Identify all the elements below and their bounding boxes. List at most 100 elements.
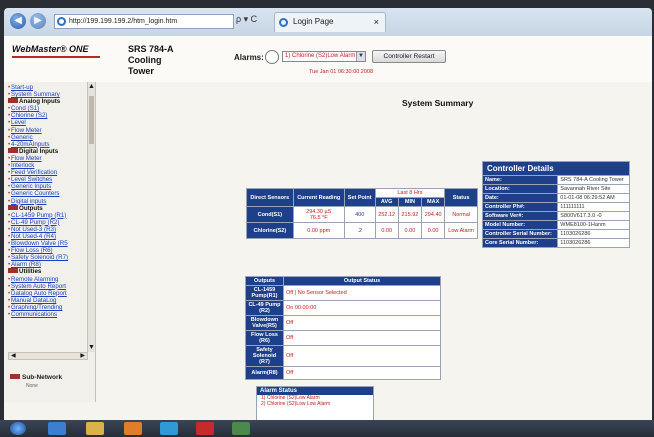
output-name[interactable]: Safety Solenoid (R7) xyxy=(245,345,284,367)
sidebar-section: Analog Inputs xyxy=(8,98,95,105)
sidebar-item[interactable]: Start-up xyxy=(8,84,95,91)
sidebar-item[interactable]: Chlorine (S2) xyxy=(8,112,95,119)
sidebar-item[interactable]: Not Used-4 (R4) xyxy=(8,233,95,240)
media-icon[interactable] xyxy=(124,422,142,435)
output-name[interactable]: CL-1459 Pump(R1) xyxy=(245,285,284,301)
min: 215.92 xyxy=(397,206,423,223)
scroll-up-icon[interactable]: ▲ xyxy=(88,83,95,90)
current-reading: 294.30 µS 76.5 °F xyxy=(292,206,345,223)
sidebar-item[interactable]: Remote Alarming xyxy=(8,276,95,283)
browser-chrome: ◀ ▶ http://199.199.199.2/htm_login.htm ρ… xyxy=(4,8,652,36)
tab-login-page[interactable]: Login Page × xyxy=(274,12,386,32)
sidebar-item[interactable]: Level xyxy=(8,119,95,126)
scroll-down-icon[interactable]: ▼ xyxy=(88,344,95,351)
min: 0.00 xyxy=(397,222,423,239)
chevron-down-icon[interactable]: ▼ xyxy=(356,52,365,61)
table-row: Cond(S1) 294.30 µS 76.5 °F 400 252.12 215… xyxy=(246,206,478,223)
detail-key: Model Number: xyxy=(481,220,559,230)
controller-restart-button[interactable]: Controller Restart xyxy=(372,50,446,63)
direct-sensors-table: Direct Sensors Current Reading Set Point… xyxy=(246,188,478,239)
back-button[interactable]: ◀ xyxy=(10,13,26,29)
controller-details-title: Controller Details xyxy=(482,161,630,176)
detail-value: 111111111 xyxy=(557,202,630,212)
sidebar-item[interactable]: Interlock xyxy=(8,162,95,169)
sidebar-item[interactable]: System Summary xyxy=(8,91,95,98)
sensor-name[interactable]: Chlorine(S2) xyxy=(246,222,294,239)
output-status: Off xyxy=(283,330,441,346)
controller-name: SRS 784-A Cooling Tower xyxy=(128,44,174,76)
sidebar-item[interactable]: Flow Meter xyxy=(8,155,95,162)
outputs-table: Outputs Output Status CL-1459 Pump(R1) Of… xyxy=(245,276,441,380)
sidebar-item[interactable]: Digital inputs xyxy=(8,198,95,205)
sidebar-item[interactable]: Blowdown Valve (R5 xyxy=(8,240,95,247)
sidebar-item[interactable]: Level Switches xyxy=(8,176,95,183)
start-orb-icon[interactable] xyxy=(10,422,26,435)
table-row: Name: SRS 784-A Cooling Tower xyxy=(481,175,630,185)
table-row: Controller Serial Number: 1103026286 xyxy=(481,229,630,239)
acrobat-icon[interactable] xyxy=(196,422,214,435)
scroll-right-icon[interactable]: ▶ xyxy=(80,353,85,359)
sidebar-item[interactable]: Alarm (R8) xyxy=(8,261,95,268)
sidebar-scrollbar[interactable]: ▲ ▼ xyxy=(87,82,95,352)
sidebar-item[interactable]: CL-49 Pump (R2) xyxy=(8,219,95,226)
sidebar-item[interactable]: Safety Solenoid (R7) xyxy=(8,254,95,261)
output-name[interactable]: Flow Loss (R6) xyxy=(245,330,284,346)
sensor-name[interactable]: Cond(S1) xyxy=(246,206,294,223)
page-title: System Summary xyxy=(402,98,474,108)
folder-icon[interactable] xyxy=(86,422,104,435)
sidebar-item[interactable]: Generic Counters xyxy=(8,190,95,197)
sidebar-item[interactable]: CL-1459 Pump (R1) xyxy=(8,212,95,219)
alarm-select[interactable]: 1) Chlorine (S2)Low Alarm ▼ xyxy=(282,51,366,62)
alarm-indicator[interactable] xyxy=(265,50,279,64)
output-name[interactable]: Blowdown Valve(R5) xyxy=(245,315,284,331)
sidebar-item[interactable]: Generic xyxy=(8,134,95,141)
app-icon[interactable] xyxy=(232,422,250,435)
ie-icon xyxy=(57,17,66,26)
header-datetime: Tue Jan 01 06:30:00 2008 xyxy=(309,69,374,75)
table-row: Chlorine(S2) 0.00 ppm .2 0.00 0.00 0.00 … xyxy=(246,222,478,239)
taskbar xyxy=(0,420,654,437)
output-name[interactable]: CL-49 Pump (R2) xyxy=(245,300,284,316)
sidebar-item[interactable]: Communications xyxy=(8,311,95,318)
sidebar-item[interactable]: Flow Meter xyxy=(8,127,95,134)
detail-key: Location: xyxy=(481,184,559,194)
address-bar[interactable]: http://199.199.199.2/htm_login.htm xyxy=(54,14,234,29)
detail-value: S800V617.3.0 -0 xyxy=(557,211,630,221)
col-header: Direct Sensors xyxy=(246,188,294,207)
max: 0.00 xyxy=(421,222,446,239)
table-row: Blowdown Valve(R5) Off xyxy=(245,315,441,331)
forward-button[interactable]: ▶ xyxy=(30,13,46,29)
sidebar-menu: Start-upSystem SummaryAnalog InputsCond … xyxy=(4,82,95,318)
hp-icon[interactable] xyxy=(160,422,178,435)
detail-key: Controller Serial Number: xyxy=(481,229,559,239)
search-refresh-controls[interactable]: ρ ▾ C xyxy=(236,14,257,25)
detail-value: 01-01-08 06:29:52 AM xyxy=(557,193,630,203)
sidebar-item[interactable]: Flow Loss (R6) xyxy=(8,247,95,254)
ie-icon[interactable] xyxy=(48,422,66,435)
sub-network-value: None xyxy=(26,383,38,389)
output-status: Off xyxy=(283,315,441,331)
sidebar-item[interactable]: Manual DataLog xyxy=(8,297,95,304)
sidebar-item[interactable]: Datalog Auto Report xyxy=(8,290,95,297)
scroll-thumb[interactable] xyxy=(89,96,94,144)
output-name[interactable]: Alarm(R8) xyxy=(245,366,284,380)
detail-key: Software Ver#: xyxy=(481,211,559,221)
sidebar-item[interactable]: Not Used-3 (R3) xyxy=(8,226,95,233)
output-status: Off | No Sensor Selected xyxy=(283,285,441,301)
sidebar-item[interactable]: Feed Verification xyxy=(8,169,95,176)
detail-key: Controller Ph#: xyxy=(481,202,559,212)
close-tab-icon[interactable]: × xyxy=(374,13,379,31)
sidebar-item[interactable]: System Auto Report xyxy=(8,283,95,290)
sidebar-item[interactable]: Cond (S1) xyxy=(8,105,95,112)
sidebar-item[interactable]: Generic Inputs xyxy=(8,183,95,190)
col-header: Last 8 Hrs xyxy=(374,188,446,198)
sub-network-label[interactable]: Sub-Network xyxy=(10,374,62,381)
sidebar-item[interactable]: 4-20mAInputs xyxy=(8,141,95,148)
table-row: Software Ver#: S800V617.3.0 -0 xyxy=(481,211,630,221)
col-header: Output Status xyxy=(283,276,441,286)
sidebar-hscrollbar[interactable]: ◀ ▶ xyxy=(8,352,88,360)
controller-details-table: Controller Details Name: SRS 784-A Coolin… xyxy=(481,161,630,248)
scroll-left-icon[interactable]: ◀ xyxy=(11,353,16,359)
col-header: Current Reading xyxy=(292,188,345,207)
sidebar-item[interactable]: Graphing/Trending xyxy=(8,304,95,311)
